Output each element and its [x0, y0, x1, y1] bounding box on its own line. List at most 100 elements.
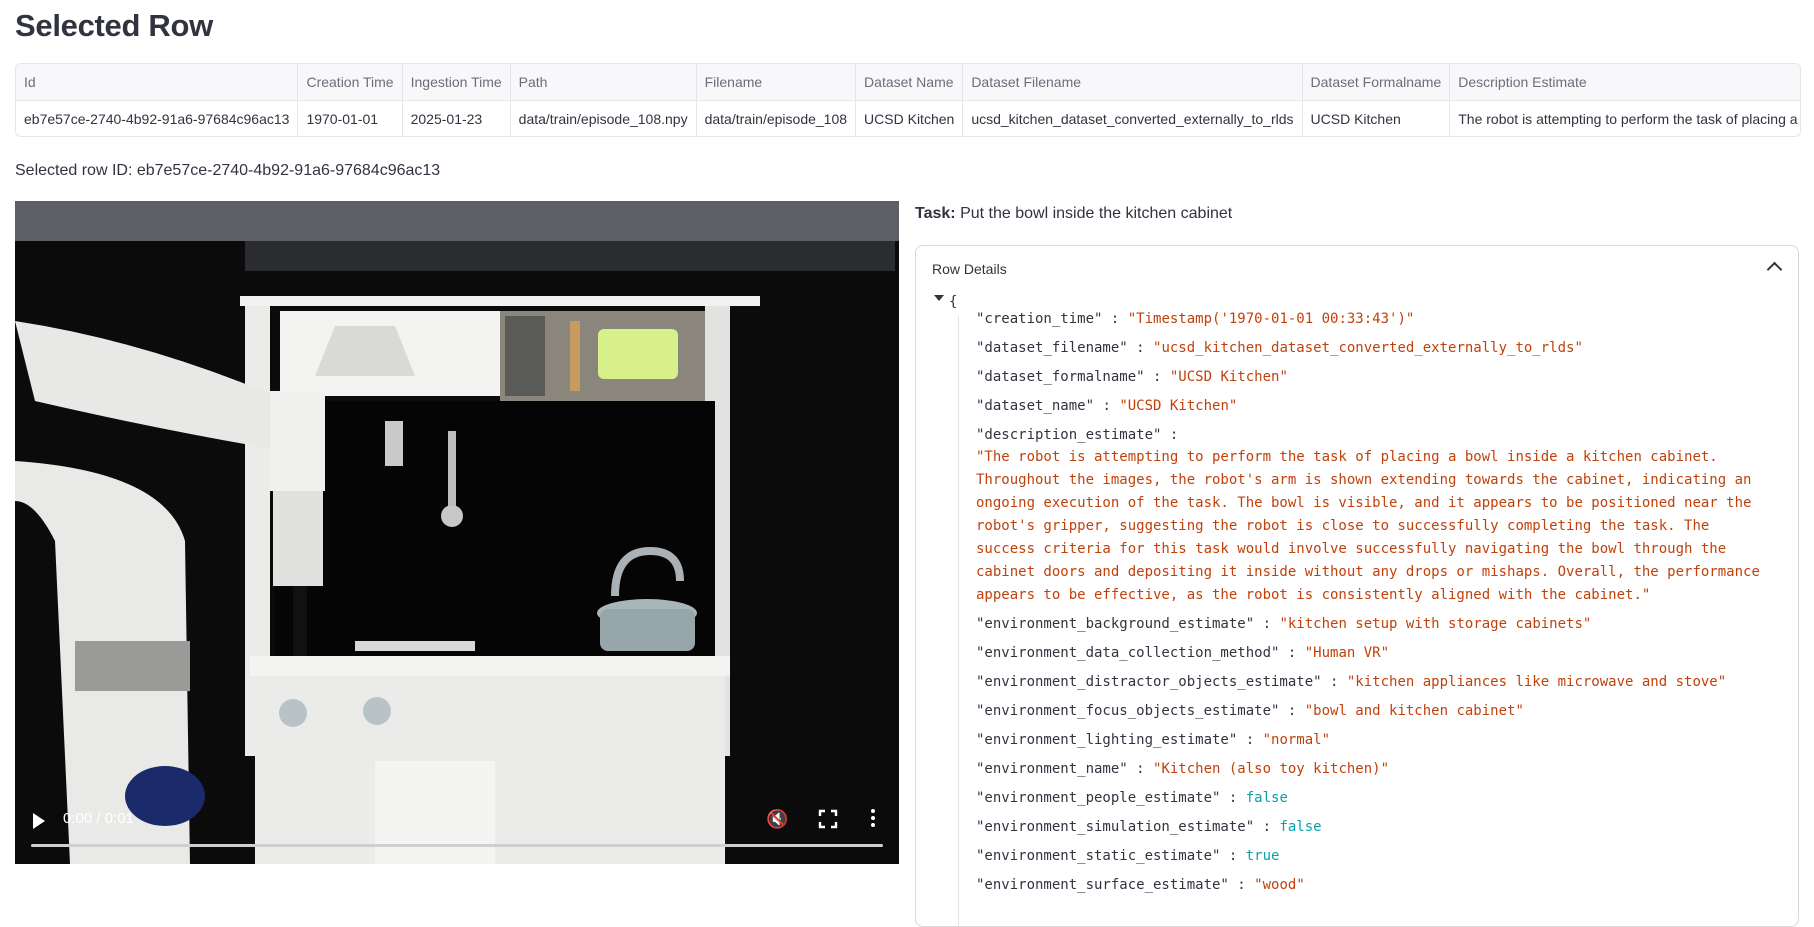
table-cell-ingestion-time[interactable]: 2025-01-23 [402, 100, 511, 136]
description-estimate-value: "The robot is attempting to perform the … [976, 446, 1796, 607]
column-header-path[interactable]: Path [510, 64, 697, 101]
json-key: "environment_distractor_objects_estimate… [976, 674, 1322, 690]
json-separator: : [1127, 340, 1154, 356]
table-cell-id[interactable]: eb7e57ce-2740-4b92-91a6-97684c96ac13 [16, 100, 299, 136]
json-value: "UCSD Kitchen" [1119, 398, 1238, 414]
json-entry: "environment_distractor_objects_estimate… [976, 671, 1786, 694]
task-value: Put the bowl inside the kitchen cabinet [960, 205, 1233, 222]
video-time: 0:00 / 0:01 [63, 810, 134, 827]
json-value: false [1279, 819, 1322, 835]
column-header-dataset-name[interactable]: Dataset Name [855, 64, 964, 101]
table-cell-description-estimate[interactable]: The robot is attempting to perform the t… [1449, 100, 1800, 136]
json-key: "dataset_filename" [976, 340, 1128, 356]
json-separator: : [1254, 819, 1280, 835]
row-details-title[interactable]: Row Details [932, 261, 1007, 277]
description-line: cabinet doors and depositing it inside w… [976, 564, 1760, 580]
json-entry: "environment_static_estimate" : true [976, 845, 1786, 868]
json-separator: : [1220, 790, 1246, 806]
json-value: "Human VR" [1304, 645, 1390, 661]
table-cell-dataset-name[interactable]: UCSD Kitchen [855, 100, 964, 136]
json-separator: : [1144, 369, 1170, 385]
json-entry: "environment_data_collection_method" : "… [976, 642, 1786, 665]
json-value: "Timestamp('1970-01-01 00:33:43')" [1127, 311, 1415, 327]
mute-icon[interactable]: 🔇 [766, 808, 790, 830]
json-key: "environment_background_estimate" [976, 616, 1255, 632]
description-line: appears to be effective, as the robot is… [976, 587, 1651, 603]
json-separator: : [1094, 398, 1120, 414]
json-separator: : [1279, 703, 1305, 719]
json-entry: "creation_time" : "Timestamp('1970-01-01… [976, 308, 1786, 331]
table-cell-filename[interactable]: data/train/episode_108 [696, 100, 857, 136]
fullscreen-icon[interactable] [817, 808, 839, 830]
json-key: "environment_lighting_estimate" [976, 732, 1238, 748]
page-title: Selected Row [15, 8, 213, 43]
column-header-dataset-filename[interactable]: Dataset Filename [962, 64, 1303, 101]
table-cell-dataset-filename[interactable]: ucsd_kitchen_dataset_converted_externall… [962, 100, 1303, 136]
chevron-up-icon[interactable] [1766, 261, 1783, 278]
json-entry: "environment_background_estimate" : "kit… [976, 613, 1786, 636]
json-key: "environment_name" [976, 761, 1128, 777]
json-entry: "dataset_filename" : "ucsd_kitchen_datas… [976, 337, 1786, 360]
json-separator: : [1321, 674, 1347, 690]
column-header-creation-time[interactable]: Creation Time [297, 64, 403, 101]
json-separator: : [1237, 732, 1263, 748]
json-separator: : [1254, 616, 1280, 632]
selected-row-id: Selected row ID: eb7e57ce-2740-4b92-91a6… [15, 162, 441, 179]
more-options-icon[interactable] [867, 806, 879, 830]
json-entry: "environment_focus_objects_estimate" : "… [976, 700, 1786, 723]
json-value: "wood" [1254, 877, 1305, 893]
json-key: "environment_simulation_estimate" [976, 819, 1255, 835]
json-entry: "environment_surface_estimate" : "wood" [976, 874, 1786, 897]
json-separator: : [1127, 761, 1154, 777]
table-cell-creation-time[interactable]: 1970-01-01 [297, 100, 403, 136]
video-frame [15, 201, 899, 864]
json-separator: : [1279, 645, 1305, 661]
json-entry: "dataset_formalname" : "UCSD Kitchen" [976, 366, 1786, 389]
json-key: "environment_static_estimate" [976, 848, 1221, 864]
json-key: "environment_data_collection_method" [976, 645, 1280, 661]
json-entry: "environment_lighting_estimate" : "norma… [976, 729, 1786, 752]
row-details-expander: Row Details { "creation_time" : "Timesta… [915, 245, 1799, 927]
json-separator: : [1220, 848, 1246, 864]
video-controls: 0:00 / 0:01 🔇 [15, 794, 899, 864]
json-value: "kitchen setup with storage cabinets" [1279, 616, 1592, 632]
json-separator: : [1228, 877, 1255, 893]
json-value: "Kitchen (also toy kitchen)" [1153, 761, 1390, 777]
collapse-caret-icon[interactable] [934, 295, 944, 301]
json-key: "environment_focus_objects_estimate" [976, 703, 1280, 719]
json-value: "kitchen appliances like microwave and s… [1346, 674, 1727, 690]
json-key: "creation_time" [976, 311, 1103, 327]
json-value: "normal" [1262, 732, 1331, 748]
column-header-dataset-formalname[interactable]: Dataset Formalname [1302, 64, 1451, 101]
json-open-brace: { [949, 294, 958, 310]
table-cell-path[interactable]: data/train/episode_108.npy [510, 100, 697, 136]
description-line: robot's gripper, suggesting the robot is… [976, 518, 1710, 534]
json-separator: : [1161, 427, 1179, 443]
column-header-ingestion-time[interactable]: Ingestion Time [402, 64, 511, 101]
json-key: "description_estimate" [976, 427, 1162, 443]
json-value: false [1245, 790, 1288, 806]
table-row[interactable]: eb7e57ce-2740-4b92-91a6-97684c96ac13 197… [16, 100, 1800, 136]
play-icon[interactable] [33, 813, 45, 829]
task-label: Task: [915, 205, 956, 222]
description-line: success criteria for this task would inv… [976, 541, 1727, 557]
json-entry: "environment_people_estimate" : false [976, 787, 1786, 810]
json-entry: "description_estimate" : [976, 424, 1786, 447]
table-cell-dataset-formalname[interactable]: UCSD Kitchen [1302, 100, 1451, 136]
json-indent-guide [958, 316, 959, 926]
json-key: "environment_people_estimate" [976, 790, 1221, 806]
column-header-filename[interactable]: Filename [696, 64, 857, 101]
json-value: "UCSD Kitchen" [1169, 369, 1288, 385]
description-line: ongoing execution of the task. The bowl … [976, 495, 1752, 511]
json-value: "ucsd_kitchen_dataset_converted_external… [1153, 340, 1583, 356]
description-line: Throughout the images, the robot's arm i… [976, 472, 1752, 488]
json-entry: "environment_name" : "Kitchen (also toy … [976, 758, 1786, 781]
json-entry: "environment_simulation_estimate" : fals… [976, 816, 1786, 839]
column-header-id[interactable]: Id [16, 64, 299, 101]
description-line: "The robot is attempting to perform the … [976, 449, 1718, 465]
json-key: "dataset_formalname" [976, 369, 1145, 385]
video-progress-bar[interactable] [31, 844, 883, 847]
video-player[interactable]: 0:00 / 0:01 🔇 [15, 201, 899, 864]
column-header-description-estimate[interactable]: Description Estimate [1449, 64, 1800, 101]
json-entry: "dataset_name" : "UCSD Kitchen" [976, 395, 1786, 418]
